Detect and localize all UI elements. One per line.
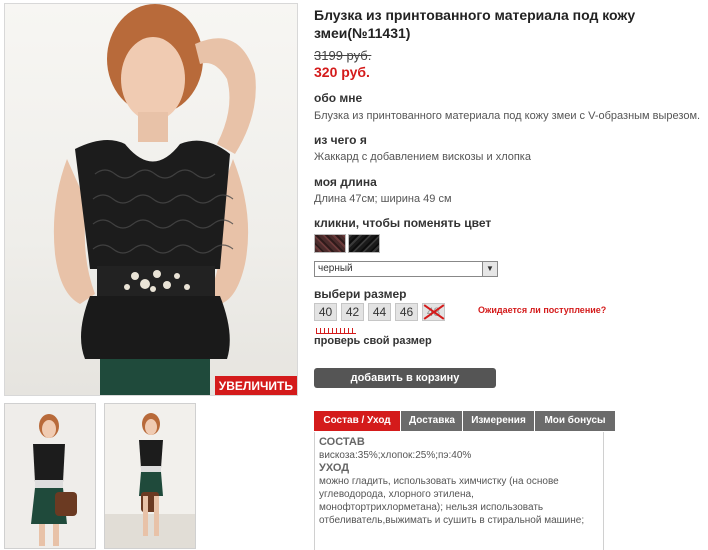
zoom-button[interactable]: УВЕЛИЧИТЬ [214,376,297,395]
composition-panel: СОСТАВ вискоза:35%;хлопок:25%;пэ:40% УХО… [314,432,604,550]
main-product-photo[interactable]: УВЕЛИЧИТЬ [4,3,298,396]
color-select[interactable]: черный ▼ [314,261,498,277]
add-to-cart-button[interactable]: добавить в корзину [314,368,496,388]
material-heading: из чего я [314,133,367,147]
color-swatch-black[interactable] [348,234,380,253]
availability-link[interactable]: Ожидается ли поступление? [478,305,606,315]
info-tabs: Состав / Уход Доставка Измерения Мои бон… [314,411,615,431]
care-text: можно гладить, использовать химчистку (н… [319,476,585,526]
size-heading: выбери размер [314,287,407,301]
size-option-48-unavailable[interactable]: 48 [422,303,445,321]
check-size-link[interactable]: проверь свой размер [314,335,432,347]
thumbnail-2[interactable] [104,403,196,549]
material-text: Жаккард с добавлением вискозы и хлопка [314,151,531,163]
composition-text: вискоза:35%;хлопок:25%;пэ:40% [319,450,472,461]
sale-price: 320 руб. [314,64,370,80]
size-option-44[interactable]: 44 [368,303,391,321]
thumbnail-1-illustration [5,404,95,548]
tab-composition-care[interactable]: Состав / Уход [314,411,401,431]
about-heading: обо мне [314,91,363,105]
length-text: Длина 47см; ширина 49 см [314,193,452,205]
product-title: Блузка из принтованного материала под ко… [314,7,636,41]
tab-measurements[interactable]: Измерения [463,411,535,431]
size-option-42[interactable]: 42 [341,303,364,321]
length-heading: моя длина [314,175,377,189]
model-illustration [53,4,256,395]
color-swatch-burgundy[interactable] [314,234,346,253]
tab-bonuses[interactable]: Мои бонусы [535,411,615,431]
size-option-46[interactable]: 46 [395,303,418,321]
size-option-40[interactable]: 40 [314,303,337,321]
size-options: 40 42 44 46 48 [314,303,445,321]
chevron-down-icon[interactable]: ▼ [482,262,497,276]
thumbnail-2-illustration [105,404,195,548]
care-heading: УХОД [319,462,350,474]
composition-heading: СОСТАВ [319,436,365,448]
about-text: Блузка из принтованного материала под ко… [314,110,701,122]
color-select-value: черный [318,263,353,274]
color-heading: кликни, чтобы поменять цвет [314,216,492,230]
old-price: 3199 руб. [314,48,372,63]
tab-delivery[interactable]: Доставка [401,411,463,431]
ruler-icon [316,328,356,334]
thumbnail-1[interactable] [4,403,96,549]
